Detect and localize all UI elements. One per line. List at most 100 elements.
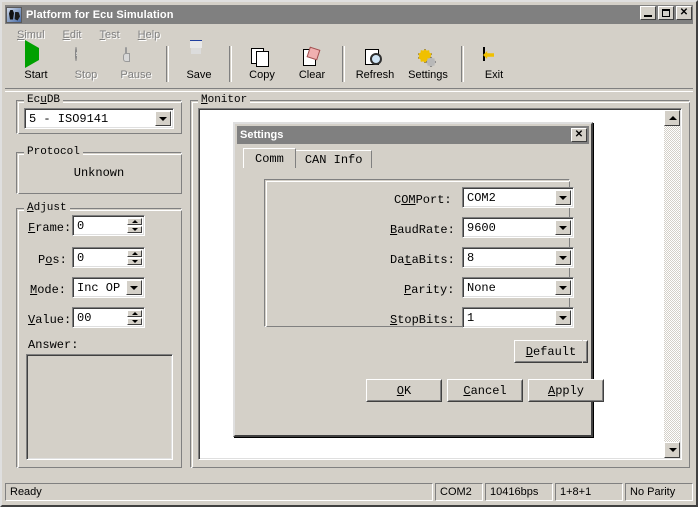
answer-textbox[interactable]	[26, 354, 173, 460]
exit-arrow-icon	[483, 48, 505, 68]
chevron-down-icon[interactable]	[155, 111, 171, 126]
toolbar-button-stop[interactable]: Stop	[61, 44, 111, 86]
mode-combo[interactable]: Inc OP	[72, 277, 145, 298]
value-label: Value:	[28, 313, 71, 327]
status-port: COM2	[435, 483, 483, 501]
chevron-down-icon[interactable]	[555, 220, 571, 235]
dialog-title-bar: Settings ✕	[237, 126, 589, 144]
copy-pages-icon	[251, 48, 273, 68]
apply-button[interactable]: Apply	[528, 379, 604, 402]
stopbits-value: 1	[467, 311, 474, 325]
toolbar-button-exit[interactable]: Exit	[469, 44, 519, 86]
toolbar-button-settings[interactable]: Settings	[400, 44, 456, 86]
spinner-down-icon[interactable]	[127, 318, 142, 325]
chevron-down-icon[interactable]	[555, 250, 571, 265]
toolbar-separator	[461, 46, 464, 82]
window-controls: ✕	[640, 6, 692, 20]
close-button[interactable]: ✕	[676, 6, 692, 20]
scroll-down-arrow-icon[interactable]	[664, 442, 680, 458]
value-spinner[interactable]: 00	[72, 307, 145, 328]
baudrate-label: BaudRate:	[390, 223, 455, 237]
monitor-scrollbar[interactable]	[664, 110, 680, 458]
frame-label: Frame:	[28, 221, 71, 235]
ecudb-legend: EcuDB	[24, 94, 63, 106]
floppy-disk-icon	[188, 48, 210, 68]
default-button[interactable]: Default	[514, 340, 588, 363]
menu-item-test[interactable]: Test	[90, 28, 128, 42]
spinner-up-icon[interactable]	[127, 218, 142, 225]
status-bar: Ready COM2 10416bps 1+8+1 No Parity	[5, 482, 693, 502]
tab-can-info[interactable]: CAN Info	[295, 150, 373, 168]
toolbar-button-refresh[interactable]: Refresh	[350, 44, 400, 86]
toolbar-button-start[interactable]: Start	[11, 44, 61, 86]
mode-value: Inc OP	[77, 281, 120, 295]
minimize-button[interactable]	[640, 6, 656, 20]
status-message: Ready	[5, 483, 433, 501]
spinner-up-icon[interactable]	[127, 250, 142, 257]
pos-value: 0	[77, 251, 84, 265]
toolbar-label-copy: Copy	[249, 70, 275, 81]
toolbar-label-save: Save	[186, 70, 211, 81]
dialog-title: Settings	[240, 129, 283, 141]
toolbar-button-pause[interactable]: Pause	[111, 44, 161, 86]
monitor-legend: Monitor	[198, 94, 250, 106]
frame-spinner[interactable]: 0	[72, 215, 145, 236]
scroll-up-arrow-icon[interactable]	[664, 110, 680, 126]
toolbar-label-exit: Exit	[485, 70, 503, 81]
app-icon	[6, 7, 22, 23]
ecudb-value: 5 - ISO9141	[29, 112, 108, 126]
page-eraser-icon	[301, 48, 323, 68]
toolbar-label-pause: Pause	[120, 70, 151, 81]
dialog-tab-page: COMPort: COM2 BaudRate: 9600 DataBits: 8…	[243, 166, 583, 366]
maximize-button[interactable]	[658, 6, 674, 20]
adjust-legend: Adjust	[24, 202, 70, 214]
ecudb-combo[interactable]: 5 - ISO9141	[24, 108, 174, 129]
chevron-down-icon[interactable]	[555, 310, 571, 325]
dialog-tabstrip: Comm CAN Info	[243, 148, 371, 168]
toolbar-separator	[229, 46, 232, 82]
status-framing: 1+8+1	[555, 483, 623, 501]
toolbar-button-save[interactable]: Save	[174, 44, 224, 86]
comport-combo[interactable]: COM2	[462, 187, 574, 208]
chevron-down-icon[interactable]	[555, 280, 571, 295]
page-magnifier-icon	[364, 48, 386, 68]
protocol-legend: Protocol	[24, 146, 83, 158]
toolbar-button-copy[interactable]: Copy	[237, 44, 287, 86]
answer-label: Answer:	[28, 338, 78, 352]
toolbar-label-stop: Stop	[75, 70, 98, 81]
pos-label: Pos:	[38, 253, 67, 267]
databits-value: 8	[467, 251, 474, 265]
toolbar: Start Stop Pause Save Copy Clear Refresh	[5, 44, 693, 88]
chevron-down-icon[interactable]	[555, 190, 571, 205]
chevron-down-icon[interactable]	[126, 280, 142, 295]
parity-label: Parity:	[404, 283, 454, 297]
menu-item-edit[interactable]: Edit	[54, 28, 91, 42]
tab-comm[interactable]: Comm	[243, 148, 296, 168]
baudrate-combo[interactable]: 9600	[462, 217, 574, 238]
toolbar-button-clear[interactable]: Clear	[287, 44, 337, 86]
parity-combo[interactable]: None	[462, 277, 574, 298]
spinner-down-icon[interactable]	[127, 258, 142, 265]
ok-button[interactable]: OK	[366, 379, 442, 402]
databits-combo[interactable]: 8	[462, 247, 574, 268]
toolbar-label-clear: Clear	[299, 70, 325, 81]
status-parity: No Parity	[625, 483, 693, 501]
scrollbar-track[interactable]	[664, 126, 680, 442]
pos-spinner[interactable]: 0	[72, 247, 145, 268]
default-button-label: Default	[526, 345, 576, 359]
stopbits-label: StopBits:	[390, 313, 455, 327]
gear-icon	[417, 48, 439, 68]
spinner-down-icon[interactable]	[127, 226, 142, 233]
settings-dialog: Settings ✕ Comm CAN Info COMPort: COM2 B…	[233, 122, 593, 437]
play-triangle-icon	[25, 48, 47, 68]
stopbits-combo[interactable]: 1	[462, 307, 574, 328]
value-value: 00	[77, 311, 91, 325]
cancel-button[interactable]: Cancel	[447, 379, 523, 402]
menu-item-help[interactable]: Help	[129, 28, 170, 42]
stop-octagon-icon	[75, 48, 97, 68]
dialog-close-button[interactable]: ✕	[571, 128, 587, 142]
baudrate-value: 9600	[467, 221, 496, 235]
spinner-up-icon[interactable]	[127, 310, 142, 317]
mode-label: Mode:	[30, 283, 66, 297]
toolbar-label-start: Start	[24, 70, 47, 81]
